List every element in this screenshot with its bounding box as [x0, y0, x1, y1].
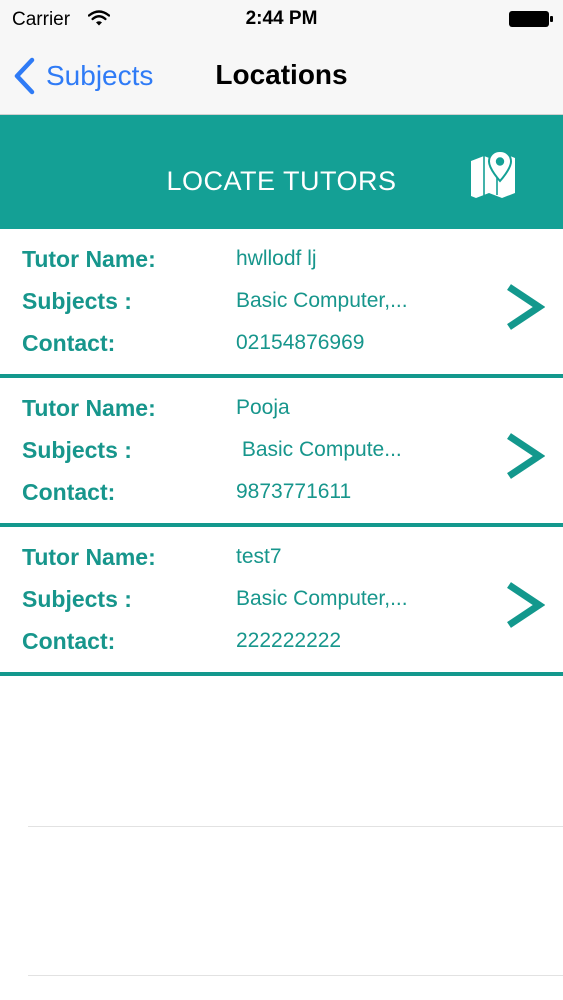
tutor-name-label: Tutor Name: — [22, 544, 156, 570]
screen: Carrier 2:44 PM Subjects Locations LOCAT… — [0, 0, 563, 1000]
contact-value: 02154876969 — [236, 331, 365, 354]
subjects-label: Subjects : — [22, 437, 132, 463]
subjects-value: Basic Compute... — [236, 438, 402, 461]
subjects-value: Basic Computer,... — [236, 587, 408, 610]
subjects-value: Basic Computer,... — [236, 289, 408, 312]
status-bar: Carrier 2:44 PM — [0, 0, 563, 38]
tutor-name-value: test7 — [236, 545, 282, 568]
tutor-row[interactable]: Tutor Name: test7 Subjects : Basic Compu… — [0, 527, 563, 676]
tutor-name-value: Pooja — [236, 396, 290, 419]
subjects-label: Subjects : — [22, 586, 132, 612]
tutor-name-label: Tutor Name: — [22, 395, 156, 421]
locate-tutors-header: LOCATE TUTORS — [0, 115, 563, 229]
tutor-row[interactable]: Tutor Name: hwllodf lj Subjects : Basic … — [0, 229, 563, 378]
chevron-right-icon[interactable] — [503, 581, 545, 629]
tutor-name-value: hwllodf lj — [236, 247, 317, 270]
tutor-name-label: Tutor Name: — [22, 246, 156, 272]
status-time: 2:44 PM — [245, 8, 318, 29]
contact-label: Contact: — [22, 628, 116, 654]
navigation-bar: Subjects Locations — [0, 38, 563, 115]
contact-label: Contact: — [22, 479, 116, 505]
contact-value: 222222222 — [236, 629, 342, 652]
chevron-right-icon[interactable] — [503, 283, 545, 331]
contact-value: 9873771611 — [236, 480, 352, 503]
subjects-label: Subjects : — [22, 288, 132, 314]
tutor-row[interactable]: Tutor Name: Pooja Subjects : Basic Compu… — [0, 378, 563, 527]
map-pin-icon[interactable] — [467, 149, 519, 199]
page-title: Locations — [215, 59, 348, 90]
chevron-right-icon[interactable] — [503, 432, 545, 480]
row-divider — [0, 672, 563, 676]
empty-row-separator — [28, 826, 563, 827]
contact-label: Contact: — [22, 330, 116, 356]
empty-row-separator — [28, 975, 563, 976]
battery-icon — [509, 11, 553, 27]
